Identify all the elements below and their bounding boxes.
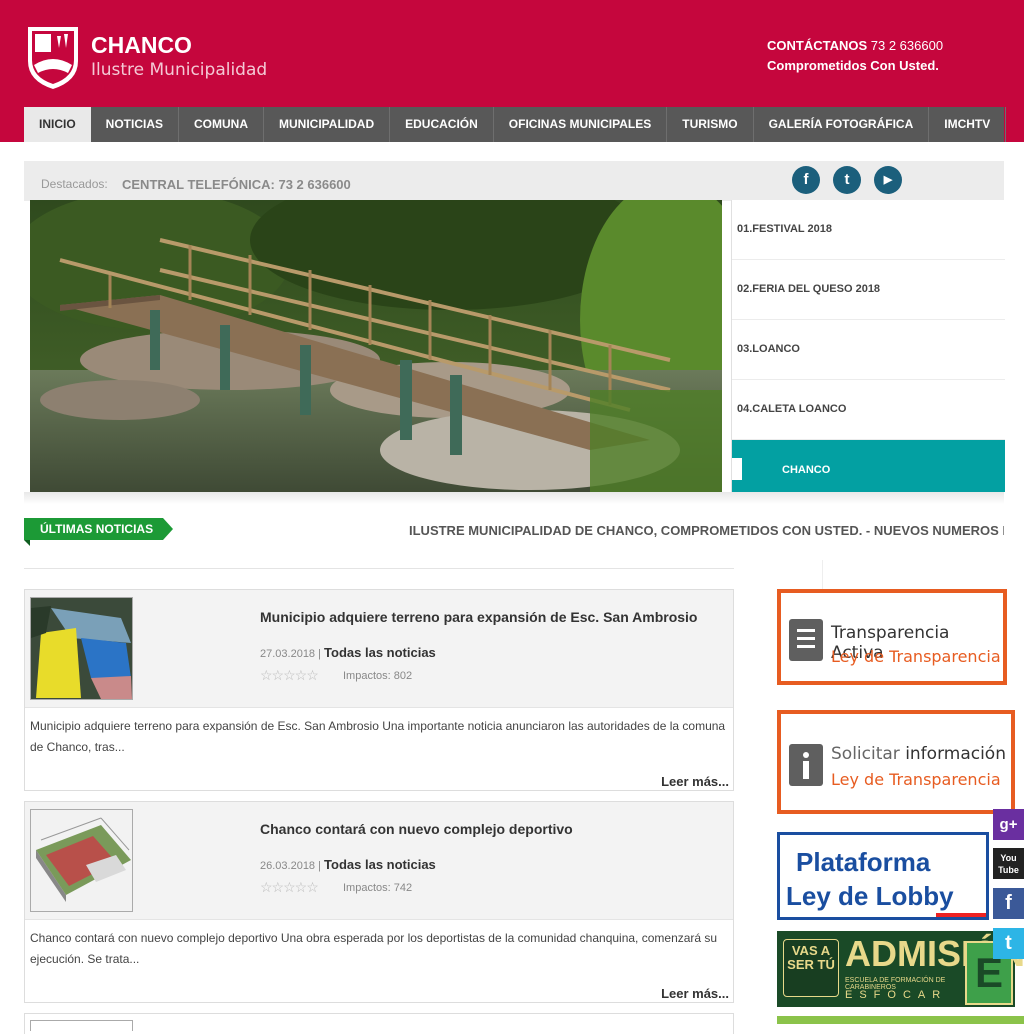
contact-info: CONTÁCTANOS 73 2 636600	[767, 38, 943, 53]
banner-subtitle: Ley de Transparencia	[831, 647, 1001, 666]
read-more-link[interactable]: Leer más...	[25, 774, 733, 800]
article-header: Municipio adquiere terreno para expansió…	[25, 590, 733, 708]
article-title[interactable]: Municipio adquiere terreno para expansió…	[260, 609, 697, 625]
bridge-photo	[30, 200, 722, 492]
lobby-accent	[936, 913, 986, 917]
next-banner-edge	[777, 1016, 1024, 1024]
article-hits: Impactos: 802	[343, 670, 413, 682]
nav-item-oficinas[interactable]: OFICINAS MUNICIPALES	[494, 107, 668, 142]
site-title[interactable]: CHANCO	[91, 32, 192, 59]
slide-item-feria[interactable]: 02.FERIA DEL QUESO 2018	[732, 260, 1005, 320]
info-document-icon	[789, 744, 823, 786]
article-thumbnail[interactable]	[30, 1020, 133, 1031]
transparencia-activa-banner[interactable]: Transparencia Activa Ley de Transparenci…	[777, 589, 1007, 685]
article-meta: 27.03.2018 | Todas las noticias	[260, 645, 436, 660]
banner-title-b: información	[905, 744, 1006, 764]
divider	[24, 568, 734, 569]
banner-title-a: Solicitar	[831, 744, 900, 764]
banner-title: Solicitar información	[831, 744, 1006, 764]
rating-stars-icon[interactable]: ☆☆☆☆☆	[260, 667, 319, 684]
latest-news-tag: ÚLTIMAS NOTICIAS	[24, 518, 174, 546]
admision-esfocar: ESFOCAR	[845, 989, 948, 1001]
nav-item-educacion[interactable]: EDUCACIÓN	[390, 107, 494, 142]
read-more-link[interactable]: Leer más...	[25, 986, 733, 1012]
article-title[interactable]: Chanco contará con nuevo complejo deport…	[260, 821, 573, 837]
youtube-icon[interactable]: ▶	[874, 166, 902, 194]
article-date: 27.03.2018	[260, 648, 316, 660]
article-thumbnail[interactable]	[30, 597, 133, 700]
slide-item-caleta[interactable]: 04.CALETA LOANCO	[732, 380, 1005, 440]
admision-badge: VAS A SER TÚ	[783, 939, 839, 997]
facebook-icon[interactable]: f	[792, 166, 820, 194]
lobby-title: Plataforma	[796, 847, 931, 877]
slider-image[interactable]	[30, 200, 722, 492]
nav-item-comuna[interactable]: COMUNA	[179, 107, 265, 142]
slide-item-loanco[interactable]: 03.LOANCO	[732, 320, 1005, 380]
ley-de-lobby-banner[interactable]: Plataforma Ley de Lobby	[777, 832, 989, 920]
featured-label: Destacados:	[41, 177, 108, 191]
contact-label: CONTÁCTANOS	[767, 38, 868, 53]
nav-item-inicio[interactable]: INICIO	[24, 107, 91, 142]
sidebar-divider	[822, 560, 823, 590]
slider-list: 01.FESTIVAL 2018 02.FERIA DEL QUESO 2018…	[731, 200, 1005, 492]
admision-esfocar-banner[interactable]: VAS A SER TÚ ADMISIÓN ESCUELA DE FORMACI…	[777, 931, 1024, 1007]
nav-item-imchtv[interactable]: IMCHTV	[929, 107, 1007, 142]
news-ticker[interactable]: ILUSTRE MUNICIPALIDAD DE CHANCO, COMPROM…	[409, 523, 1004, 538]
article-excerpt: Chanco contará con nuevo complejo deport…	[30, 931, 718, 966]
article-excerpt: Municipio adquiere terreno para expansió…	[30, 719, 726, 754]
nav-item-galeria[interactable]: GALERÍA FOTOGRÁFICA	[754, 107, 930, 142]
chanco-logo-icon[interactable]	[24, 23, 82, 91]
article-date: 26.03.2018	[260, 860, 316, 872]
main-nav: INICIO NOTICIAS COMUNA MUNICIPALIDAD EDU…	[24, 107, 1007, 142]
article-meta: 26.03.2018 | Todas las noticias	[260, 857, 436, 872]
nav-item-turismo[interactable]: TURISMO	[667, 107, 754, 142]
lobby-subtitle: Ley de Lobby	[786, 881, 954, 911]
article-category[interactable]: Todas las noticias	[324, 645, 436, 660]
rating-stars-icon[interactable]: ☆☆☆☆☆	[260, 879, 319, 896]
site-subtitle: Ilustre Municipalidad	[91, 60, 268, 80]
article-hits: Impactos: 742	[343, 882, 413, 894]
solicitar-informacion-banner[interactable]: Solicitar información Ley de Transparenc…	[777, 710, 1015, 814]
slider-shadow	[24, 492, 1004, 504]
facebook-float-icon[interactable]: f	[993, 888, 1024, 919]
article-header: Chanco contará con nuevo complejo deport…	[25, 802, 733, 920]
article-thumbnail[interactable]	[30, 809, 133, 912]
slide-item-festival[interactable]: 01.FESTIVAL 2018	[732, 200, 1005, 260]
contact-phone: 73 2 636600	[870, 38, 944, 53]
twitter-icon[interactable]: t	[833, 166, 861, 194]
slide-item-chanco[interactable]: CHANCO	[732, 440, 1005, 492]
article-card: Municipio adquiere terreno para expansió…	[24, 589, 734, 791]
slide-item-chanco-label: CHANCO	[782, 464, 831, 476]
featured-text[interactable]: CENTRAL TELEFÓNICA: 73 2 636600	[122, 177, 351, 192]
nav-item-noticias[interactable]: NOTICIAS	[91, 107, 180, 142]
google-plus-icon[interactable]: g+	[993, 809, 1024, 840]
active-arrow-icon	[732, 458, 742, 480]
article-card: Chanco contará con nuevo complejo deport…	[24, 801, 734, 1003]
banner-subtitle: Ley de Transparencia	[831, 770, 1001, 789]
contact-tagline: Comprometidos Con Usted.	[767, 58, 939, 73]
youtube-float-icon[interactable]: You Tube	[993, 848, 1024, 879]
twitter-float-icon[interactable]: t	[993, 928, 1024, 959]
document-icon	[789, 619, 823, 661]
nav-item-municipalidad[interactable]: MUNICIPALIDAD	[264, 107, 391, 142]
article-category[interactable]: Todas las noticias	[324, 857, 436, 872]
